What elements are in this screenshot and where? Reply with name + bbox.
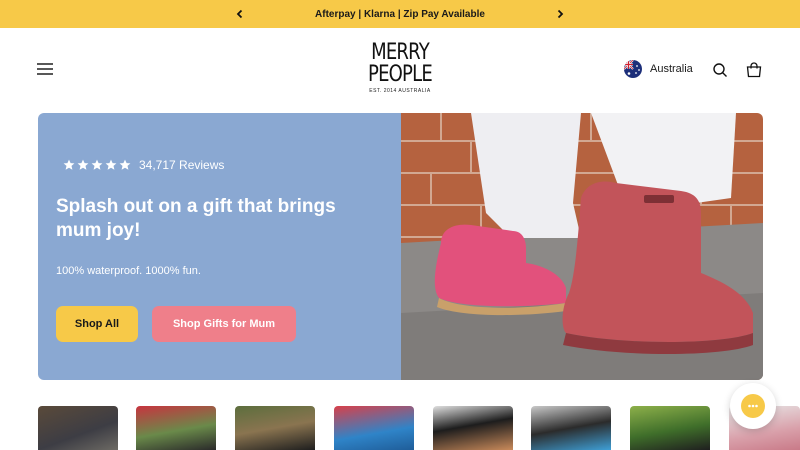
menu-button[interactable] bbox=[36, 62, 54, 76]
search-icon bbox=[713, 63, 727, 77]
chevron-right-icon bbox=[557, 9, 564, 19]
shop-gifts-for-mum-button[interactable]: Shop Gifts for Mum bbox=[152, 306, 296, 342]
bag-icon bbox=[746, 62, 762, 78]
chevron-left-icon bbox=[236, 9, 243, 19]
logo-tagline: EST. 2014 AUSTRALIA bbox=[369, 88, 431, 94]
logo-line1: MERRY bbox=[371, 40, 430, 65]
hero-image bbox=[401, 113, 763, 380]
prev-announcement-button[interactable] bbox=[230, 4, 250, 24]
thumbnail-image[interactable] bbox=[136, 406, 216, 450]
cart-button[interactable] bbox=[746, 62, 762, 78]
star-icon bbox=[105, 159, 117, 170]
australia-flag-icon bbox=[624, 60, 642, 78]
star-icon bbox=[91, 159, 103, 170]
shop-all-button[interactable]: Shop All bbox=[56, 306, 138, 342]
next-announcement-button[interactable] bbox=[550, 4, 570, 24]
search-button[interactable] bbox=[712, 62, 728, 78]
thumbnail-image[interactable] bbox=[630, 406, 710, 450]
thumbnail-image[interactable] bbox=[433, 406, 513, 450]
rating-summary[interactable]: 34,717 Reviews bbox=[63, 158, 224, 172]
site-header: MERRY PEOPLE EST. 2014 AUSTRALIA Austral… bbox=[0, 28, 800, 113]
logo-line2: PEOPLE bbox=[368, 62, 433, 87]
country-label: Australia bbox=[650, 63, 693, 75]
menu-icon bbox=[37, 63, 53, 75]
thumbnail-image[interactable] bbox=[235, 406, 315, 450]
thumbnail-image[interactable] bbox=[38, 406, 118, 450]
product-thumbnail-strip bbox=[0, 406, 800, 450]
hero-banner: 34,717 Reviews Splash out on a gift that… bbox=[38, 113, 763, 380]
chat-button[interactable] bbox=[730, 383, 776, 429]
boots-photo bbox=[401, 113, 763, 380]
star-icon bbox=[119, 159, 131, 170]
hero-content-panel: 34,717 Reviews Splash out on a gift that… bbox=[38, 113, 401, 380]
announcement-text: Afterpay | Klarna | Zip Pay Available bbox=[315, 8, 485, 20]
hero-headline: Splash out on a gift that brings mum joy… bbox=[56, 196, 336, 241]
chat-bubble-icon bbox=[741, 394, 765, 418]
thumbnail-image[interactable] bbox=[334, 406, 414, 450]
thumbnail-image[interactable] bbox=[531, 406, 611, 450]
country-selector[interactable]: Australia bbox=[624, 60, 693, 78]
announcement-bar: Afterpay | Klarna | Zip Pay Available bbox=[0, 0, 800, 28]
reviews-count: 34,717 Reviews bbox=[139, 158, 225, 172]
star-icon bbox=[77, 159, 89, 170]
star-icon bbox=[63, 159, 75, 170]
hero-subtext: 100% waterproof. 1000% fun. bbox=[56, 265, 201, 277]
site-logo[interactable]: MERRY PEOPLE EST. 2014 AUSTRALIA bbox=[360, 40, 440, 95]
